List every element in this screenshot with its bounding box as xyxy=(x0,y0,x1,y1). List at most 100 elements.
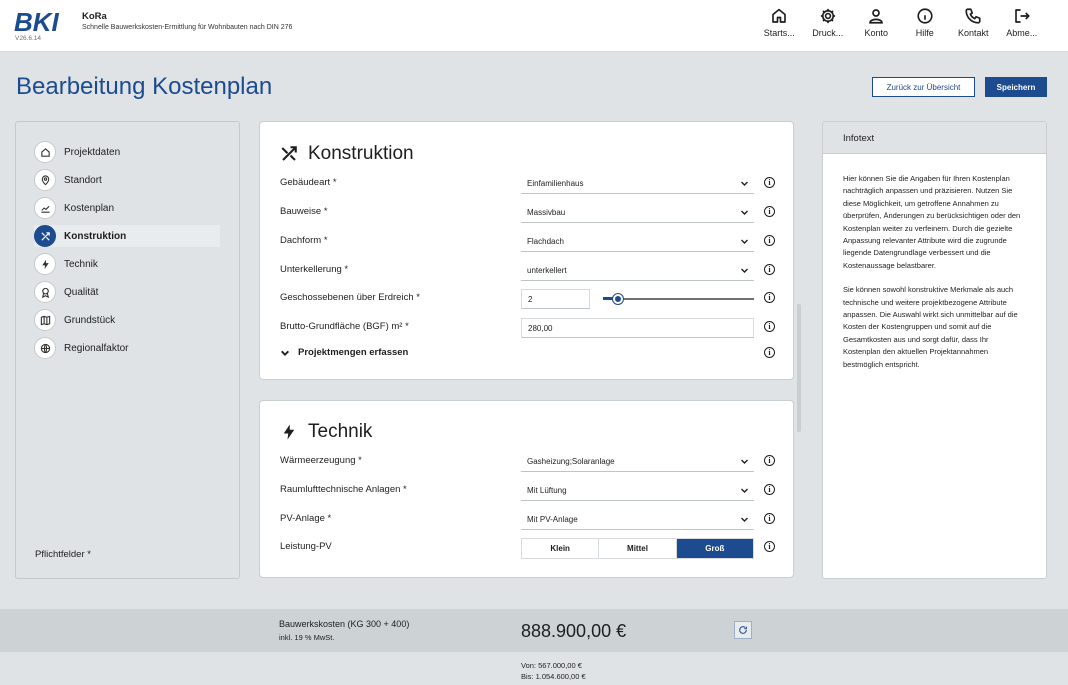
cost-range-from: Von: 567.000,00 € xyxy=(521,661,582,670)
sidebar-item-qualitaet[interactable]: Qualität xyxy=(34,281,220,303)
slider-thumb[interactable] xyxy=(613,294,623,304)
bki-logo[interactable]: BKI xyxy=(14,9,59,35)
sidebar-item-grundstueck[interactable]: Grundstück xyxy=(34,309,220,331)
home-icon xyxy=(34,141,56,163)
sidebar-item-regionalfaktor[interactable]: Regionalfaktor xyxy=(34,337,220,359)
raumluft-select[interactable]: Mit Lüftung xyxy=(521,481,754,501)
option-mittel[interactable]: Mittel xyxy=(599,539,677,558)
sidebar-item-label: Standort xyxy=(64,174,102,186)
gebaeudeart-select[interactable]: Einfamilienhaus xyxy=(521,174,754,194)
sidebar: Projektdaten Standort Kostenplan Konstru… xyxy=(15,121,240,579)
cost-label: Bauwerkskosten (KG 300 + 400) xyxy=(279,619,410,629)
chevron-down-icon xyxy=(741,517,748,522)
cost-range-to: Bis: 1.054.600,00 € xyxy=(521,672,586,681)
select-value: Gasheizung;Solaranlage xyxy=(527,457,615,466)
chart-icon xyxy=(34,197,56,219)
leistung-pv-toggle: Klein Mittel Groß xyxy=(521,538,754,559)
nav-startseite[interactable]: Starts... xyxy=(755,4,804,46)
info-icon[interactable]: i xyxy=(764,347,775,358)
field-leistung-pv: Leistung-PV Klein Mittel Groß i xyxy=(280,538,780,559)
user-icon xyxy=(869,9,884,24)
info-icon xyxy=(917,8,933,24)
info-icon[interactable]: i xyxy=(764,235,775,246)
info-icon[interactable]: i xyxy=(764,484,775,495)
lightning-icon xyxy=(283,424,295,440)
app-subtitle: Schnelle Bauwerkskosten-Ermittlung für W… xyxy=(82,24,293,31)
nav-konto[interactable]: Konto xyxy=(852,4,901,46)
scrollbar[interactable] xyxy=(797,304,801,432)
select-value: Massivbau xyxy=(527,208,566,217)
nav-kontakt[interactable]: Kontakt xyxy=(949,4,998,46)
field-label: Gebäudeart * xyxy=(280,177,337,188)
app-version: V26.6.14 xyxy=(15,35,42,42)
nav-abmelden[interactable]: Abme... xyxy=(998,4,1047,46)
cost-footer: Bauwerkskosten (KG 300 + 400) inkl. 19 %… xyxy=(0,609,1068,652)
option-gross[interactable]: Groß xyxy=(676,539,753,558)
konstruktion-title: Konstruktion xyxy=(280,143,414,165)
dachform-select[interactable]: Flachdach xyxy=(521,232,754,252)
info-icon[interactable]: i xyxy=(764,541,775,552)
chevron-down-icon xyxy=(741,181,748,186)
sidebar-item-projektdaten[interactable]: Projektdaten xyxy=(34,141,220,163)
tools-icon xyxy=(34,225,56,247)
info-icon[interactable]: i xyxy=(764,321,775,332)
field-label: Raumlufttechnische Anlagen * xyxy=(280,484,407,495)
expander-label: Projektmengen erfassen xyxy=(298,347,409,358)
info-icon[interactable]: i xyxy=(764,513,775,524)
nav-drucken[interactable]: Druck... xyxy=(804,4,853,46)
unterkellerung-select[interactable]: unterkellert xyxy=(521,261,754,281)
chevron-down-icon xyxy=(741,459,748,464)
sidebar-item-technik[interactable]: Technik xyxy=(34,253,220,275)
infotext-title: Infotext xyxy=(823,122,1046,154)
pv-anlage-select[interactable]: Mit PV-Anlage xyxy=(521,510,754,530)
sidebar-item-label: Regionalfaktor xyxy=(64,342,129,354)
field-label: Dachform * xyxy=(280,235,328,246)
info-icon[interactable]: i xyxy=(764,206,775,217)
sidebar-item-label: Qualität xyxy=(64,286,99,298)
field-bgf: Brutto-Grundfläche (BGF) m² * 280,00 i xyxy=(280,318,780,338)
sidebar-item-standort[interactable]: Standort xyxy=(34,169,220,191)
sidebar-item-label: Projektdaten xyxy=(64,146,121,158)
info-icon[interactable]: i xyxy=(764,264,775,275)
chevron-down-icon xyxy=(741,268,748,273)
select-value: Mit Lüftung xyxy=(527,486,567,495)
chevron-down-icon xyxy=(741,239,748,244)
waermeerzeugung-select[interactable]: Gasheizung;Solaranlage xyxy=(521,452,754,472)
sidebar-item-konstruktion[interactable]: Konstruktion xyxy=(34,225,220,247)
bauweise-select[interactable]: Massivbau xyxy=(521,203,754,223)
lightning-icon xyxy=(34,253,56,275)
info-icon[interactable]: i xyxy=(764,177,775,188)
select-value: unterkellert xyxy=(527,266,567,275)
geschossebenen-input[interactable]: 2 xyxy=(521,289,590,309)
technik-card: Technik Wärmeerzeugung * Gasheizung;Sola… xyxy=(259,400,794,578)
location-pin-icon xyxy=(34,169,56,191)
field-label: Wärmeerzeugung * xyxy=(280,455,362,466)
select-value: Mit PV-Anlage xyxy=(527,515,578,524)
map-icon xyxy=(34,309,56,331)
field-label: Geschossebenen über Erdreich * xyxy=(280,292,420,303)
field-label: Leistung-PV xyxy=(280,541,332,552)
section-title: Konstruktion xyxy=(308,143,414,164)
page-title: Bearbeitung Kostenplan xyxy=(16,73,273,100)
geschossebenen-slider[interactable] xyxy=(603,294,754,304)
info-icon[interactable]: i xyxy=(764,292,775,303)
option-klein[interactable]: Klein xyxy=(522,539,600,558)
field-label: PV-Anlage * xyxy=(280,513,332,524)
nav-label: Hilfe xyxy=(915,28,934,38)
back-to-overview-button[interactable]: Zurück zur Übersicht xyxy=(872,77,975,97)
projektmengen-expander[interactable]: Projektmengen erfassen xyxy=(280,347,408,358)
refresh-button[interactable] xyxy=(734,621,752,639)
home-icon xyxy=(772,8,787,23)
nav-hilfe[interactable]: Hilfe xyxy=(901,4,950,46)
info-icon[interactable]: i xyxy=(764,455,775,466)
field-geschossebenen: Geschossebenen über Erdreich * 2 i xyxy=(280,289,780,309)
field-label: Unterkellerung * xyxy=(280,264,349,275)
sidebar-item-kostenplan[interactable]: Kostenplan xyxy=(34,197,220,219)
gear-icon xyxy=(820,8,835,24)
nav-label: Druck... xyxy=(812,28,844,38)
bgf-input[interactable]: 280,00 xyxy=(521,318,754,338)
save-button[interactable]: Speichern xyxy=(985,77,1047,97)
nav-label: Abme... xyxy=(1006,28,1038,38)
globe-icon xyxy=(34,337,56,359)
top-bar: BKI V26.6.14 KoRa Schnelle Bauwerkskoste… xyxy=(0,0,1068,52)
